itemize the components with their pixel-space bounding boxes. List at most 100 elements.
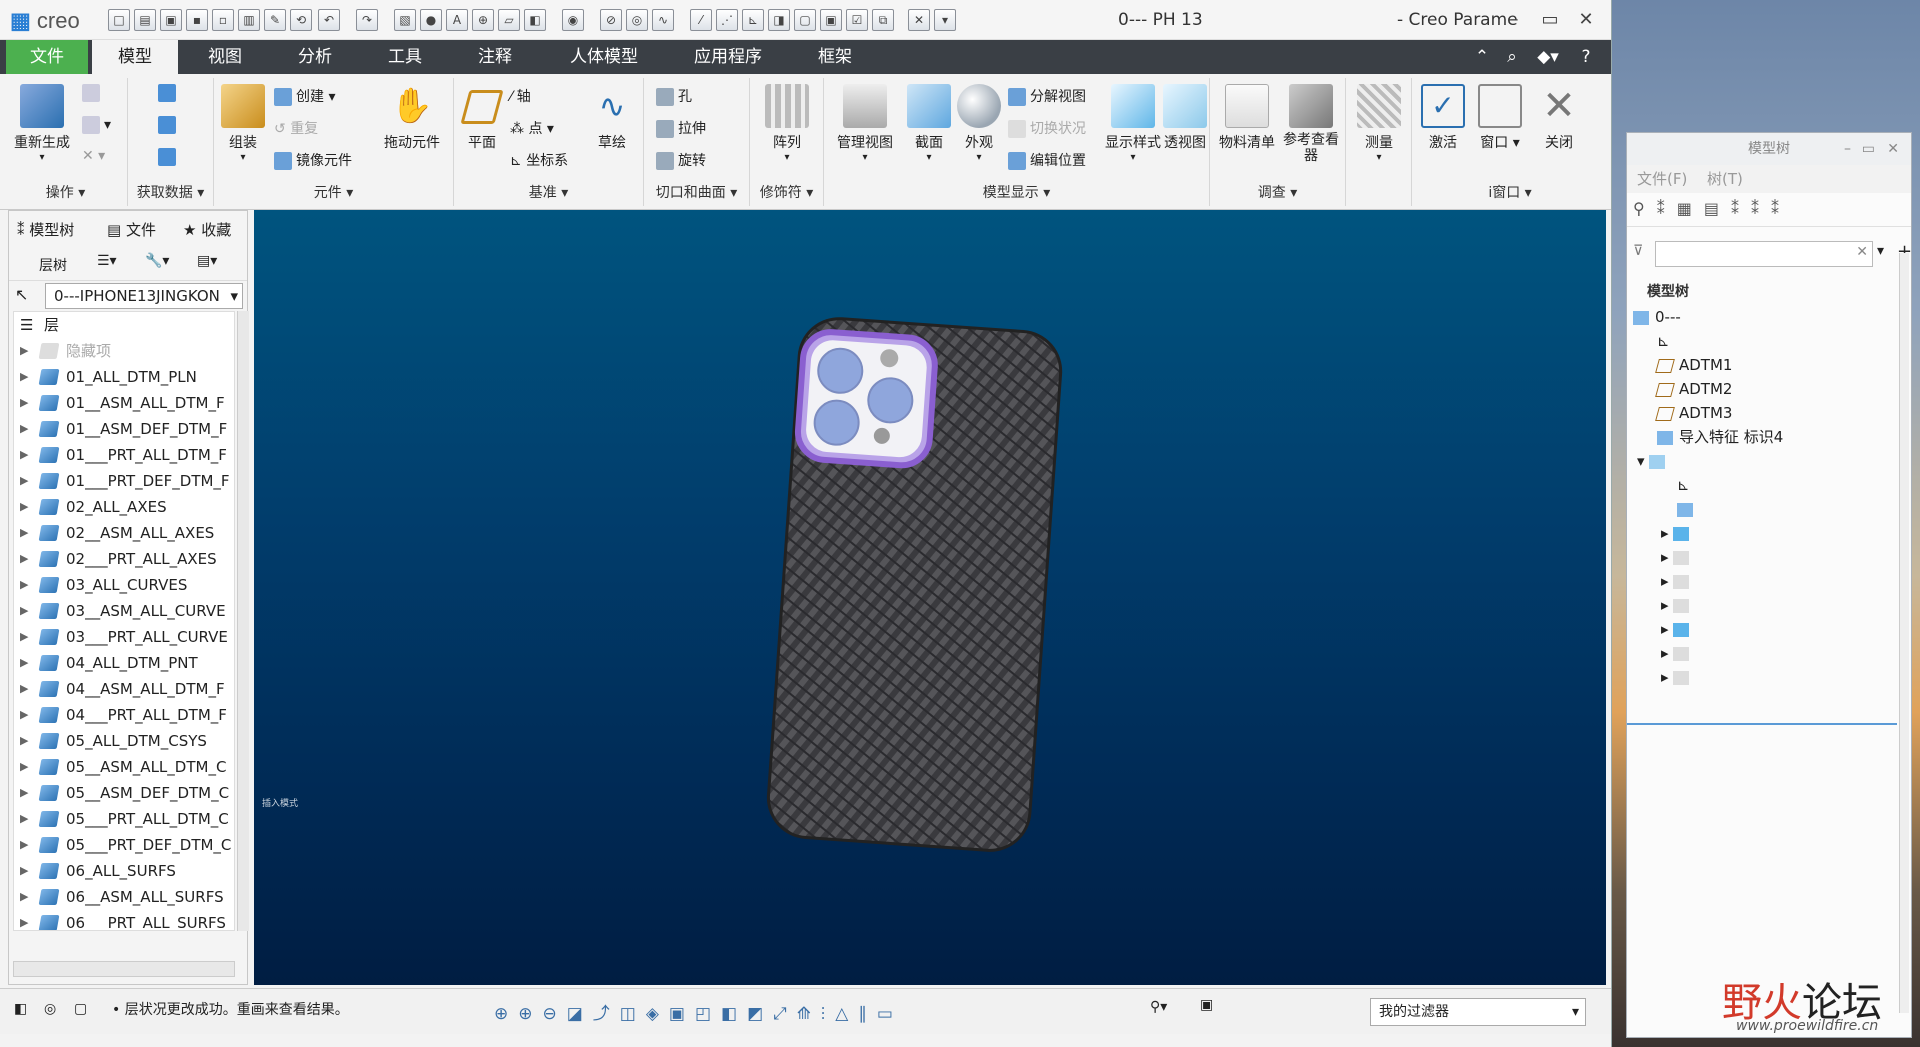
tree-item-csys[interactable]: ⊾ [1657, 329, 1670, 353]
tree-item-adtm1[interactable]: ADTM1 [1655, 353, 1732, 377]
expand-arrow-icon[interactable]: ▶ [20, 832, 28, 858]
select-arrow-icon[interactable]: ↖ [15, 285, 28, 304]
copy-icon[interactable] [82, 84, 104, 102]
layer-row[interactable]: ▶ 05__ASM_ALL_DTM_C [14, 754, 234, 780]
selection-filter[interactable]: 我的过滤器 ▾ [1370, 998, 1586, 1026]
expand-arrow-icon[interactable]: ▶ [20, 494, 28, 520]
layer-row[interactable]: ▶ 05___PRT_DEF_DTM_C [14, 832, 234, 858]
select-mode-icon[interactable]: ☑ [846, 9, 868, 31]
axis-button[interactable]: ⁄ 轴 [510, 86, 531, 106]
sub-menu-tree[interactable]: 树(T) [1707, 165, 1743, 193]
sub-menu-file[interactable]: 文件(F) [1637, 165, 1687, 193]
search-options-icon[interactable]: ▾ [1877, 243, 1884, 259]
point-button[interactable]: ⁂ 点 ▾ [510, 118, 554, 138]
minimize-icon[interactable]: – [1500, 6, 1528, 34]
shading-edges-icon[interactable]: ◨ [768, 9, 790, 31]
pattern-button[interactable]: 阵列 ▾ [760, 84, 814, 163]
explode-view-button[interactable]: 分解视图 [1008, 86, 1086, 106]
menu-framework[interactable]: 框架 [800, 40, 870, 74]
expand-arrow-icon[interactable]: ▶ [20, 728, 28, 754]
copy-geom-icon[interactable] [158, 116, 180, 134]
subwindow-tool-icons[interactable]: ⚲⁑▦▤⁑⁑⁑ [1633, 199, 1791, 218]
tab-files[interactable]: ▤ 文件 [107, 217, 156, 243]
wireframe-icon[interactable]: ▣ [820, 9, 842, 31]
mirror-component-button[interactable]: 镜像元件 [274, 150, 352, 170]
expand-arrow-icon[interactable]: ▶ [20, 572, 28, 598]
csys-button[interactable]: ⊾ 坐标系 [510, 150, 568, 170]
appearance-small-icon[interactable]: ◉ [562, 9, 584, 31]
redo-icon[interactable]: ↷ [356, 9, 378, 31]
layer-row[interactable]: ▶ 06___PRT_ALL_SURFS [14, 910, 234, 930]
layer-row[interactable]: ▶ 01___PRT_DEF_DTM_F [14, 468, 234, 494]
copy-geometry-icon[interactable]: ▧ [394, 9, 416, 31]
graphics-viewport[interactable]: 插入模式 [254, 210, 1606, 985]
expand-arrow-icon[interactable]: ▶ [20, 390, 28, 416]
menu-model[interactable]: 模型 [92, 40, 178, 74]
expand-arrow-icon[interactable]: ▶ [20, 520, 28, 546]
tree-item-import-feature[interactable]: 导入特征 标识4 [1657, 425, 1783, 449]
layer-row[interactable]: ▶ 03_ALL_CURVES [14, 572, 234, 598]
sketch-small-icon[interactable]: ∿ [652, 9, 674, 31]
expand-arrow-icon[interactable]: ▶ [20, 884, 28, 910]
erase-icon[interactable]: ✎ [264, 9, 286, 31]
fullscreen-icon[interactable]: ▢ [74, 1001, 87, 1017]
paste-icon[interactable]: ▾ [82, 116, 111, 134]
expand-arrow-icon[interactable]: ▶ [20, 650, 28, 676]
settings-dropdown-icon[interactable]: 🔧▾ [145, 253, 169, 269]
layer-row[interactable]: ▶ 04__ASM_ALL_DTM_F [14, 676, 234, 702]
point-display-icon[interactable]: ⋰ [716, 9, 738, 31]
maximize-icon[interactable]: ▭ [1536, 6, 1564, 34]
window-button[interactable]: 窗口 ▾ [1472, 84, 1528, 152]
plane-display-icon[interactable]: ▱ [498, 9, 520, 31]
regenerate-small-icon[interactable]: ⟲ [290, 9, 312, 31]
selection-buffer-icon[interactable]: ▣ [1200, 997, 1213, 1013]
layer-row[interactable]: ▶ 01_ALL_DTM_PLN [14, 364, 234, 390]
expand-arrow-icon[interactable]: ▶ [20, 780, 28, 806]
layer-list-hscrollbar[interactable] [13, 961, 235, 977]
measure-button[interactable]: 测量 ▾ [1354, 84, 1404, 163]
layer-root[interactable]: ☰ 层 [14, 312, 234, 338]
layer-row[interactable]: ▶ 04_ALL_DTM_PNT [14, 650, 234, 676]
menu-file[interactable]: 文件 [6, 40, 88, 74]
expand-arrow-icon[interactable]: ▶ [20, 858, 28, 884]
shade-icon[interactable]: ● [420, 9, 442, 31]
menu-tools[interactable]: 工具 [370, 40, 440, 74]
layer-row[interactable]: ▶ 02___PRT_ALL_AXES [14, 546, 234, 572]
sub-close-icon[interactable]: ✕ [1887, 133, 1899, 165]
expand-arrow-icon[interactable]: ▶ [20, 442, 28, 468]
graphics-toolbar[interactable]: ⊕⊕⊖◪⤴◫◈▣◰◧◩⤢⟰⫶△∥▭ [494, 999, 903, 1024]
filter-icon[interactable]: ⊽ [1633, 243, 1643, 259]
layer-row[interactable]: ▶ 02__ASM_ALL_AXES [14, 520, 234, 546]
save-icon[interactable]: ▪ [186, 9, 208, 31]
expand-arrow-icon[interactable]: ▶ [20, 416, 28, 442]
layers-dropdown-icon[interactable]: ☰▾ [97, 253, 117, 269]
new-file-icon[interactable]: □ [108, 9, 130, 31]
expand-arrow-icon[interactable]: ▶ [20, 598, 28, 624]
expand-arrow-icon[interactable]: ▶ [20, 546, 28, 572]
collapse-ribbon-icon[interactable]: ⌃ [1470, 40, 1494, 74]
layer-row[interactable]: ▶ 03__ASM_ALL_CURVE [14, 598, 234, 624]
undo-icon[interactable]: ↶ [318, 9, 340, 31]
section-button[interactable]: 截面 ▾ [904, 84, 954, 163]
save-copy-icon[interactable]: ▫ [212, 9, 234, 31]
create-button[interactable]: 创建 ▾ [274, 86, 335, 106]
sub-maximize-icon[interactable]: ▭ [1862, 133, 1875, 165]
hidden-line-icon[interactable]: ▢ [794, 9, 816, 31]
view-orient-icon[interactable]: ◧ [524, 9, 546, 31]
tab-favorites[interactable]: ★ 收藏 [183, 217, 231, 243]
appearance-button[interactable]: 外观 ▾ [954, 84, 1004, 163]
toggle-state-button[interactable]: 切换状况 [1008, 118, 1086, 138]
find-icon[interactable]: ⚲▾ [1150, 999, 1167, 1015]
help-icon[interactable]: ? [1574, 40, 1598, 74]
close-icon[interactable]: ✕ [1572, 6, 1600, 34]
repeat-button[interactable]: ↺ 重复 [274, 118, 318, 138]
layer-row[interactable]: ▶ 03___PRT_ALL_CURVE [14, 624, 234, 650]
assemble-button[interactable]: 组装 ▾ [218, 84, 268, 163]
open-session-icon[interactable]: ▣ [160, 9, 182, 31]
menu-applications[interactable]: 应用程序 [680, 40, 776, 74]
axis-display-icon[interactable]: ⁄ [690, 9, 712, 31]
layer-row[interactable]: ▶ 02_ALL_AXES [14, 494, 234, 520]
activate-button[interactable]: ✓ 激活 [1418, 84, 1468, 152]
layer-row[interactable]: ▶ 01___PRT_ALL_DTM_F [14, 442, 234, 468]
layer-list-scrollbar[interactable] [237, 311, 249, 931]
